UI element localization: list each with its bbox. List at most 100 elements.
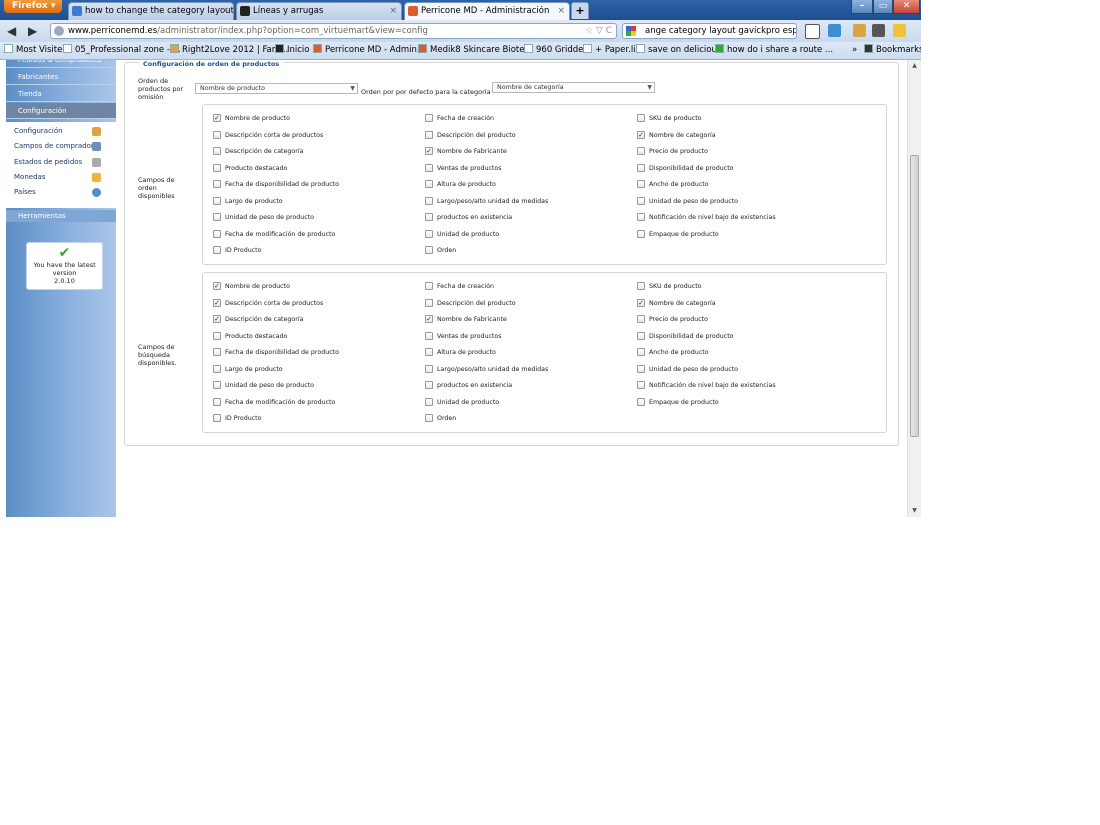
- field-checkbox[interactable]: [213, 180, 221, 188]
- tab-close-icon[interactable]: ×: [389, 3, 397, 19]
- field-checkbox[interactable]: [637, 348, 645, 356]
- scrollbar-thumb[interactable]: [910, 155, 919, 437]
- tab-close-icon[interactable]: ×: [221, 3, 229, 19]
- sidebar-item-fabricantes[interactable]: Fabricantes: [6, 69, 116, 85]
- bookmark-professional-zone[interactable]: 05_Professional zone - ...: [63, 42, 181, 59]
- field-checkbox[interactable]: [213, 130, 221, 139]
- screenshot-icon[interactable]: [872, 24, 885, 37]
- field-checkbox[interactable]: [213, 196, 221, 205]
- field-checkbox[interactable]: [425, 348, 433, 356]
- field-checkbox[interactable]: ✓: [213, 282, 221, 290]
- field-checkbox[interactable]: [425, 298, 433, 307]
- minimize-button[interactable]: –: [851, 0, 873, 14]
- field-checkbox[interactable]: [213, 364, 221, 373]
- category-order-select[interactable]: Nombre de categoría ▼: [492, 82, 655, 93]
- submenu-item-configuracion[interactable]: Configuración: [14, 127, 63, 135]
- field-checkbox[interactable]: [637, 114, 645, 122]
- field-checkbox[interactable]: [425, 282, 433, 290]
- sidebar-item-configuracion[interactable]: Configuración: [6, 103, 116, 119]
- addon-icon[interactable]: [828, 24, 841, 37]
- bookmarks-overflow-chevron-icon[interactable]: »: [852, 42, 857, 59]
- field-checkbox[interactable]: [425, 381, 433, 389]
- sidebar-item-herramientas[interactable]: Herramientas: [6, 210, 116, 222]
- field-checkbox[interactable]: [213, 163, 221, 172]
- bookmark-right2love[interactable]: Right2Love 2012 | Fam...: [170, 42, 288, 59]
- firefox-menu-button[interactable]: Firefox ▾: [4, 0, 62, 13]
- tab-perricone-admin[interactable]: Perricone MD - Administración ×: [404, 2, 570, 20]
- bookmarks-menu[interactable]: Bookmarks: [864, 42, 921, 59]
- field-checkbox[interactable]: [425, 397, 433, 406]
- sidebar-item-pedidos[interactable]: Pedidos & compradores: [6, 60, 116, 68]
- search-input[interactable]: ange category layout gavickpro esport: [622, 23, 797, 39]
- sidebar-item-tienda[interactable]: Tienda: [6, 86, 116, 102]
- field-checkbox[interactable]: [213, 414, 221, 422]
- field-checkbox[interactable]: [213, 397, 221, 406]
- field-checkbox[interactable]: [637, 213, 645, 221]
- back-arrow-icon[interactable]: ◀: [7, 24, 16, 38]
- field-checkbox[interactable]: [213, 348, 221, 356]
- bookmark-perricone-admin[interactable]: Perricone MD - Admin...: [313, 42, 425, 59]
- field-checkbox[interactable]: [637, 196, 645, 205]
- bookmark-save-on-delicious[interactable]: save on delicious: [636, 42, 721, 59]
- field-checkbox[interactable]: ✓: [637, 298, 645, 307]
- field-checkbox[interactable]: ✓: [425, 315, 433, 323]
- close-window-button[interactable]: ✕: [893, 0, 920, 14]
- submenu-item-paises[interactable]: Países: [14, 188, 36, 196]
- field-checkbox[interactable]: [425, 229, 433, 238]
- field-checkbox[interactable]: ✓: [213, 114, 221, 122]
- bookmark-inicio[interactable]: Inicio: [275, 42, 310, 59]
- field-checkbox[interactable]: [213, 147, 221, 155]
- field-checkbox[interactable]: [213, 381, 221, 389]
- new-tab-button[interactable]: +: [571, 2, 589, 19]
- tab-how-to-change[interactable]: how to change the category layout in... …: [68, 2, 234, 20]
- field-checkbox[interactable]: [637, 397, 645, 406]
- home-icon[interactable]: [805, 24, 820, 39]
- submenu-item-estados-pedidos[interactable]: Estados de pedidos: [14, 158, 82, 166]
- field-checkbox[interactable]: [213, 331, 221, 340]
- tab-lineas-arrugas[interactable]: Líneas y arrugas ×: [236, 2, 402, 20]
- maximize-button[interactable]: ▭: [873, 0, 893, 14]
- field-checkbox[interactable]: [637, 364, 645, 373]
- submenu-item-campos-comprador[interactable]: Campos de comprador: [14, 142, 94, 150]
- field-checkbox[interactable]: [425, 180, 433, 188]
- bookmark-medik8[interactable]: Medik8 Skincare Biote...: [418, 42, 533, 59]
- field-checkbox[interactable]: [637, 163, 645, 172]
- field-checkbox[interactable]: [425, 246, 433, 254]
- field-checkbox[interactable]: [637, 381, 645, 389]
- field-checkbox[interactable]: [425, 163, 433, 172]
- field-checkbox[interactable]: [637, 229, 645, 238]
- field-checkbox[interactable]: [213, 246, 221, 254]
- default-order-select[interactable]: Nombre de producto ▼: [195, 83, 358, 94]
- field-checkbox[interactable]: [425, 414, 433, 422]
- field-checkbox[interactable]: [637, 147, 645, 155]
- bookmark-960-gridder[interactable]: 960 Gridder: [524, 42, 587, 59]
- vertical-scrollbar[interactable]: ▲ ▼: [907, 60, 921, 517]
- field-checkbox[interactable]: [425, 114, 433, 122]
- field-checkbox[interactable]: [425, 130, 433, 139]
- field-checkbox[interactable]: ✓: [637, 130, 645, 139]
- url-bar[interactable]: www.perriconemd.es/administrator/index.p…: [50, 23, 617, 39]
- field-checkbox[interactable]: [425, 364, 433, 373]
- scroll-down-arrow-icon[interactable]: ▼: [908, 505, 921, 517]
- field-checkbox[interactable]: [213, 213, 221, 221]
- field-checkbox[interactable]: [425, 331, 433, 340]
- extension-icon[interactable]: [893, 24, 906, 37]
- submenu-item-monedas[interactable]: Monedas: [14, 173, 45, 181]
- bookmarks-icon[interactable]: [853, 24, 866, 37]
- field-checkbox[interactable]: [213, 229, 221, 238]
- tab-close-icon[interactable]: ×: [557, 3, 565, 19]
- field-checkbox[interactable]: [637, 331, 645, 340]
- field-checkbox[interactable]: ✓: [213, 298, 221, 307]
- field-checkbox[interactable]: [425, 196, 433, 205]
- forward-arrow-icon[interactable]: ▶: [28, 24, 37, 38]
- field-checkbox[interactable]: ✓: [213, 315, 221, 323]
- bookmark-most-visited[interactable]: Most Visited: [4, 42, 68, 59]
- field-checkbox[interactable]: [637, 315, 645, 323]
- field-checkbox[interactable]: ✓: [425, 147, 433, 155]
- bookmark-share-route[interactable]: how do i share a route ...: [715, 42, 833, 59]
- bookmark-star-icon[interactable]: ☆ ▽ C: [585, 24, 612, 38]
- field-checkbox[interactable]: [637, 282, 645, 290]
- field-checkbox[interactable]: [637, 180, 645, 188]
- field-checkbox[interactable]: [425, 213, 433, 221]
- scroll-up-arrow-icon[interactable]: ▲: [908, 60, 921, 72]
